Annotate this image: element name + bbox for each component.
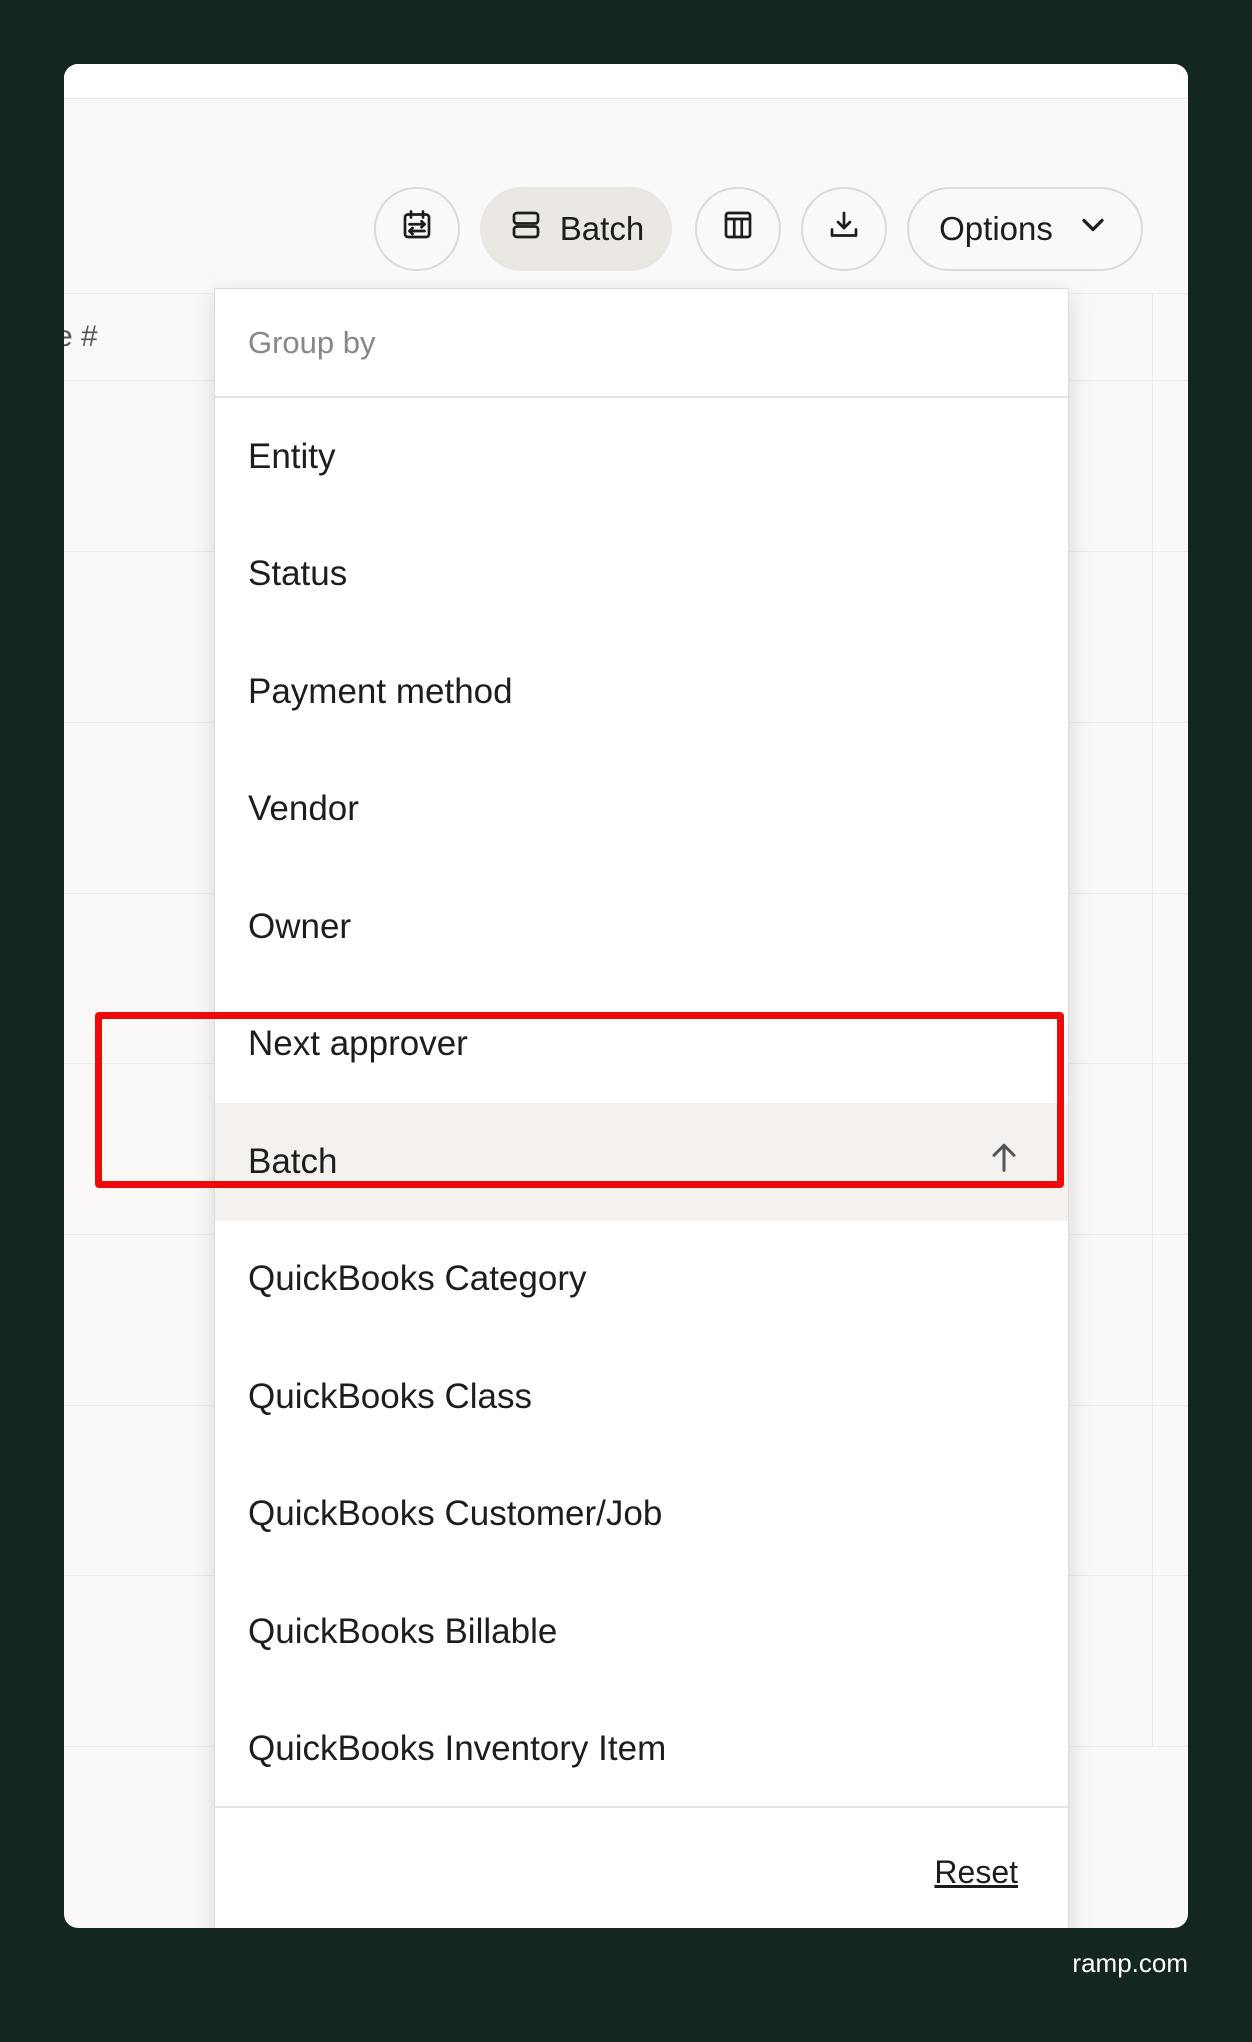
stack-icon [508,207,544,251]
table-columns-icon [720,207,756,251]
group-by-quickbooks-category[interactable]: QuickBooks Category [215,1221,1068,1339]
app-window: Batch Options e # Group by Entity Status… [64,64,1188,1928]
group-by-vendor[interactable]: Vendor [215,751,1068,869]
menu-item-label: Entity [248,436,336,476]
group-by-quickbooks-inventory-item[interactable]: QuickBooks Inventory Item [215,1691,1068,1809]
menu-item-label: Vendor [248,789,359,829]
menu-item-label: QuickBooks Billable [248,1611,558,1651]
menu-footer: Reset [215,1806,1068,1928]
group-by-payment-method[interactable]: Payment method [215,633,1068,751]
menu-item-label: Payment method [248,671,513,711]
schedule-button[interactable] [374,187,460,271]
batch-button-label: Batch [559,210,645,247]
highlight-box [95,1012,1064,1188]
reset-link[interactable]: Reset [934,1854,1018,1891]
menu-item-label: QuickBooks Customer/Job [248,1494,663,1534]
group-by-quickbooks-billable[interactable]: QuickBooks Billable [215,1573,1068,1691]
group-by-entity[interactable]: Entity [215,398,1068,516]
group-by-quickbooks-customer-job[interactable]: QuickBooks Customer/Job [215,1456,1068,1574]
top-strip [64,64,1188,99]
group-by-status[interactable]: Status [215,516,1068,634]
options-button[interactable]: Options [907,187,1143,271]
group-by-owner[interactable]: Owner [215,868,1068,986]
menu-item-label: QuickBooks Category [248,1259,587,1299]
calendar-arrows-icon [399,207,435,251]
menu-item-label: Owner [248,906,352,946]
group-by-quickbooks-class[interactable]: QuickBooks Class [215,1338,1068,1456]
menu-title: Group by [215,289,1068,398]
menu-item-label: QuickBooks Inventory Item [248,1729,667,1769]
menu-item-label: QuickBooks Class [248,1376,532,1416]
table-header-label: e # [64,320,98,353]
options-button-label: Options [939,210,1053,247]
chevron-down-icon [1075,207,1111,251]
batch-button[interactable]: Batch [480,187,672,271]
download-icon [826,207,862,251]
table-column-divider [1152,293,1153,1746]
download-button[interactable] [801,187,887,271]
menu-item-label: Status [248,554,348,594]
columns-button[interactable] [695,187,781,271]
source-domain: ramp.com [1072,1948,1188,1978]
toolbar: Batch Options [64,99,1188,293]
